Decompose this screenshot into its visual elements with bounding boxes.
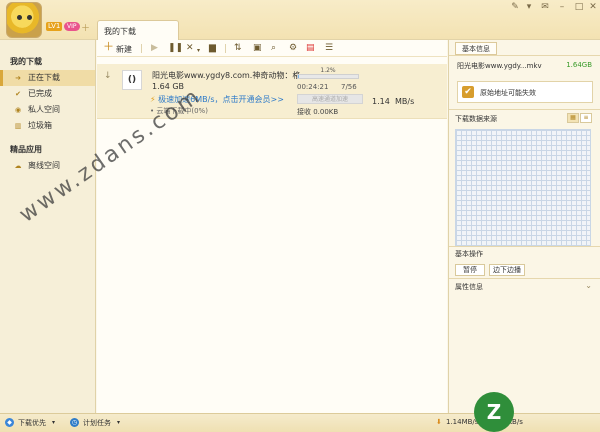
list-view-icon[interactable]: ≡ [580, 113, 592, 123]
data-source-grid [455, 129, 591, 246]
progress-bar [297, 74, 359, 79]
received-bytes: 接收 0.00KB [297, 108, 339, 116]
sidebar: 我的下载 ➜ 正在下载 ✔ 已完成 ◉ 私人空间 ▥ 垃圾箱 精品应用 ☁ 离线… [0, 40, 96, 413]
vip-badge[interactable]: VIP [64, 22, 80, 31]
sidebar-item-label: 垃圾箱 [28, 121, 52, 130]
new-task-button[interactable]: 新建 [116, 44, 132, 55]
chevron-down-icon[interactable]: ▾ [197, 45, 200, 56]
stream-play-button[interactable]: 边下边播 [489, 264, 525, 276]
speed-limit-icon[interactable]: ☰ [325, 43, 333, 54]
avatar[interactable] [6, 2, 42, 38]
elapsed-time: 00:24:21 [297, 83, 329, 91]
divider [449, 246, 600, 247]
high-speed-accel-button[interactable]: 高速通道加速 [297, 94, 363, 104]
speed-unit: MB/s [395, 97, 415, 106]
grid-view-icon[interactable]: ▦ [567, 113, 579, 123]
download-task-row[interactable]: ↓ () 阳光电影www.ygdy8.com.神奇动物：格... 1.64 GB… [97, 64, 447, 119]
pause-icon[interactable]: ❚❚ [168, 43, 183, 54]
toolbar-divider [225, 44, 226, 53]
detail-file-size: 1.64GB [566, 61, 592, 69]
detail-panel: 基本信息 阳光电影www.ygdy...mkv 1.64GB ✔ 原始地址可能失… [448, 40, 600, 413]
progress-percent: 1.2% [320, 67, 336, 74]
start-icon[interactable]: ▶ [151, 43, 158, 54]
minimize-icon[interactable]: – [555, 2, 569, 12]
file-thumbnail-icon: () [122, 70, 142, 90]
download-speed: 1.14 [372, 97, 390, 106]
gear-icon[interactable]: ⚙ [289, 43, 297, 54]
download-arrow-icon: ↓ [104, 71, 112, 81]
avatar-eye [17, 15, 22, 20]
task-file-size: 1.64 GB [152, 82, 185, 91]
sidebar-item-label: 离线空间 [28, 161, 60, 170]
scheduled-task-button[interactable]: 计划任务 [83, 418, 111, 428]
sidebar-item-label: 已完成 [28, 89, 52, 98]
download-speed-icon: ⬇ [436, 418, 442, 426]
sort-icon[interactable]: ⇅ [234, 43, 242, 54]
plus-icon[interactable]: ＋ [81, 21, 90, 34]
priority-icon: ◆ [5, 418, 14, 427]
detail-icon[interactable]: ▣ [253, 43, 262, 54]
main-panel: ＋ 新建 ▶ ❚❚ ✕ ▾ ▆ ⇅ ▣ ⌕ ⚙ ▤ ☰ ↓ () 阳光电影www… [97, 40, 447, 413]
tab-basic-info[interactable]: 基本信息 [455, 42, 497, 55]
new-task-icon[interactable]: ＋ [103, 41, 114, 52]
close-icon[interactable]: ✕ [586, 2, 600, 12]
sources-title: 下载数据来源 [455, 115, 497, 123]
delete-icon[interactable]: ✕ [186, 43, 194, 54]
sidebar-item-label: 正在下载 [28, 73, 60, 82]
feedback-icon[interactable]: ✉ [538, 2, 552, 12]
vip-icon[interactable]: ▤ [306, 43, 315, 54]
divider [449, 109, 600, 110]
lightning-icon: ⚡ [150, 95, 156, 104]
checkmark-icon: ✔ [462, 86, 474, 98]
skin-icon[interactable]: ✎ [508, 2, 522, 12]
clock-icon: ◷ [70, 418, 79, 427]
divider [449, 278, 600, 279]
maximize-icon[interactable]: □ [572, 2, 586, 12]
download-arrow-icon: ➜ [15, 74, 21, 82]
checkmark-icon: ✔ [15, 90, 21, 98]
source-warning-text: 原始地址可能失效 [480, 89, 536, 97]
source-warning-box[interactable]: ✔ 原始地址可能失效 [457, 81, 593, 103]
corner-logo: Z [474, 392, 514, 432]
sidebar-section-title: 精品应用 [10, 145, 42, 154]
sidebar-section-title: 我的下载 [10, 57, 42, 66]
menu-icon[interactable]: ▾ [522, 2, 536, 12]
pause-button[interactable]: 暂停 [455, 264, 485, 276]
sidebar-item-private-space[interactable]: ◉ 私人空间 [0, 102, 95, 118]
sidebar-item-label: 私人空间 [28, 105, 60, 114]
toolbar: ＋ 新建 ▶ ❚❚ ✕ ▾ ▆ ⇅ ▣ ⌕ ⚙ ▤ ☰ [97, 40, 447, 57]
cloud-icon: ☁ [14, 162, 22, 170]
sidebar-item-downloading[interactable]: ➜ 正在下载 [0, 70, 95, 86]
download-priority-button[interactable]: 下载优先 [18, 418, 46, 428]
divider [449, 55, 600, 56]
chevron-down-icon[interactable]: ⌄ [585, 281, 592, 290]
pieces-count: 7/56 [341, 83, 357, 91]
trash-icon: ▥ [14, 122, 22, 130]
tab-my-downloads[interactable]: 我的下载 [97, 20, 179, 41]
folder-icon[interactable]: ▆ [209, 43, 216, 54]
chevron-down-icon[interactable]: ▾ [117, 419, 120, 426]
task-file-name: 阳光电影www.ygdy8.com.神奇动物：格... [152, 71, 302, 80]
search-icon[interactable]: ⌕ [271, 43, 276, 54]
title-bar: LV1 VIP ＋ ✎ ▾ ✉ – □ ✕ 我的下载 [0, 0, 600, 41]
toolbar-divider [141, 44, 142, 53]
sidebar-item-completed[interactable]: ✔ 已完成 [0, 86, 95, 102]
chevron-down-icon[interactable]: ▾ [52, 419, 55, 426]
sidebar-item-trash[interactable]: ▥ 垃圾箱 [0, 118, 95, 134]
user-icon: ◉ [14, 106, 22, 114]
detail-file-name: 阳光电影www.ygdy...mkv [457, 62, 542, 70]
attributes-title: 属性信息 [455, 283, 483, 291]
status-download-speed: 1.14MB/s [446, 418, 479, 426]
level-badge[interactable]: LV1 [46, 22, 63, 31]
basic-ops-title: 基本操作 [455, 250, 483, 258]
avatar-eye [27, 15, 32, 20]
progress-fill [298, 75, 299, 78]
